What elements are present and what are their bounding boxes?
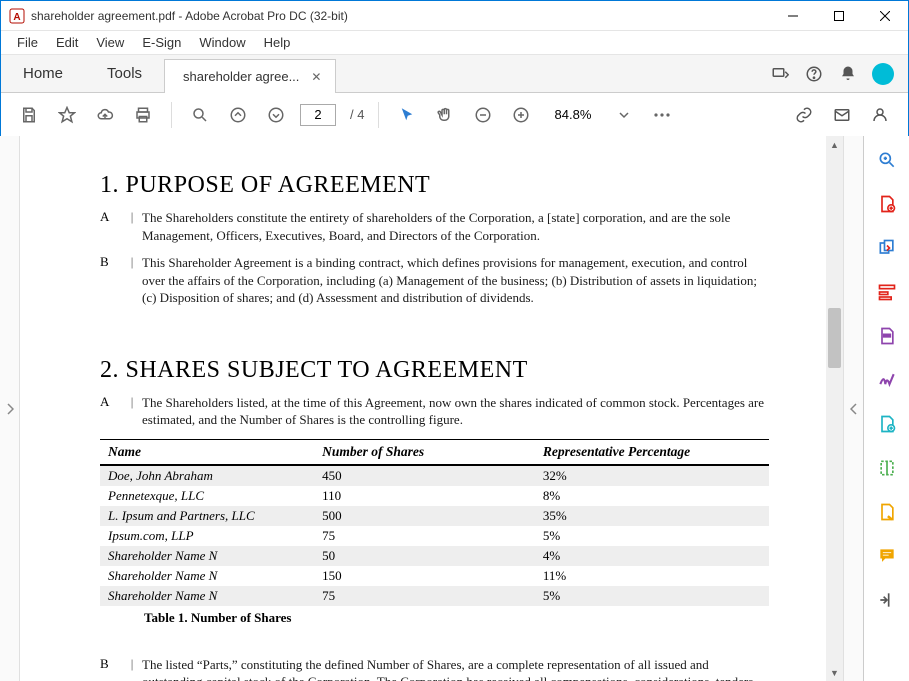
tab-home[interactable]: Home — [1, 55, 85, 92]
zoom-dropdown-icon[interactable] — [610, 101, 638, 129]
section-2-title: 2. SHARES SUBJECT TO AGREEMENT — [100, 357, 769, 384]
search-tool-icon[interactable] — [875, 148, 899, 172]
redact-icon[interactable] — [875, 500, 899, 524]
export-pdf-icon[interactable] — [875, 324, 899, 348]
menu-edit[interactable]: Edit — [48, 33, 86, 52]
close-tab-icon[interactable]: ✕ — [309, 68, 323, 86]
pdf-page: 1. PURPOSE OF AGREEMENT A | The Sharehol… — [50, 146, 819, 681]
link-icon[interactable] — [790, 101, 818, 129]
menu-window[interactable]: Window — [191, 33, 253, 52]
document-area[interactable]: 1. PURPOSE OF AGREEMENT A | The Sharehol… — [20, 136, 843, 681]
page-down-icon[interactable] — [262, 101, 290, 129]
device-share-icon[interactable] — [770, 64, 790, 84]
tab-bar: Home Tools shareholder agree... ✕ — [1, 55, 908, 93]
zoom-in-icon[interactable] — [507, 101, 535, 129]
profile-avatar[interactable] — [872, 63, 894, 85]
table-row: Shareholder Name N504% — [100, 546, 769, 566]
cloud-icon[interactable] — [91, 101, 119, 129]
svg-text:A: A — [13, 12, 20, 23]
menu-esign[interactable]: E-Sign — [134, 33, 189, 52]
hand-icon[interactable] — [431, 101, 459, 129]
table-row: Doe, John Abraham45032% — [100, 465, 769, 486]
star-icon[interactable] — [53, 101, 81, 129]
clause-1a: A | The Shareholders constitute the enti… — [100, 209, 769, 244]
clause-2b: B | The listed “Parts,” constituting the… — [100, 656, 769, 681]
share-people-icon[interactable] — [866, 101, 894, 129]
th-shares: Number of Shares — [314, 439, 535, 465]
tab-tools[interactable]: Tools — [85, 55, 164, 92]
bell-icon[interactable] — [838, 64, 858, 84]
overflow-icon[interactable] — [648, 101, 676, 129]
tab-document-label: shareholder agree... — [183, 69, 299, 84]
section-1-title: 1. PURPOSE OF AGREEMENT — [100, 172, 769, 199]
clause-1b: B | This Shareholder Agreement is a bind… — [100, 254, 769, 307]
minimize-button[interactable] — [770, 1, 816, 31]
left-pane-toggle[interactable] — [0, 136, 20, 681]
sign-icon[interactable] — [875, 368, 899, 392]
th-name: Name — [100, 439, 314, 465]
organize-pages-icon[interactable] — [875, 412, 899, 436]
scroll-down-arrow-icon[interactable]: ▼ — [826, 664, 843, 681]
main-toolbar: / 4 — [1, 93, 908, 137]
edit-pdf-icon[interactable] — [875, 280, 899, 304]
zoom-out-icon[interactable] — [469, 101, 497, 129]
vertical-scrollbar[interactable]: ▲ ▼ — [826, 136, 843, 681]
zoom-input[interactable] — [545, 104, 600, 126]
table-row: Ipsum.com, LLP755% — [100, 526, 769, 546]
collapse-panel-icon[interactable] — [875, 588, 899, 612]
help-icon[interactable] — [804, 64, 824, 84]
menu-view[interactable]: View — [88, 33, 132, 52]
save-icon[interactable] — [15, 101, 43, 129]
tools-panel — [863, 136, 909, 681]
selection-arrow-icon[interactable] — [393, 101, 421, 129]
table-row: Pennetexque, LLC1108% — [100, 486, 769, 506]
table-caption: Table 1. Number of Shares — [100, 606, 769, 626]
page-number-input[interactable] — [300, 104, 336, 126]
search-icon[interactable] — [186, 101, 214, 129]
email-icon[interactable] — [828, 101, 856, 129]
print-icon[interactable] — [129, 101, 157, 129]
compress-icon[interactable] — [875, 456, 899, 480]
page-total-label: / 4 — [346, 107, 364, 122]
shares-table: Name Number of Shares Representative Per… — [100, 439, 769, 606]
close-window-button[interactable] — [862, 1, 908, 31]
right-pane-toggle[interactable] — [843, 136, 863, 681]
menu-file[interactable]: File — [9, 33, 46, 52]
create-pdf-icon[interactable] — [875, 192, 899, 216]
comment-icon[interactable] — [875, 544, 899, 568]
table-row: Shareholder Name N15011% — [100, 566, 769, 586]
title-bar: A shareholder agreement.pdf - Adobe Acro… — [1, 1, 908, 31]
menu-bar: File Edit View E-Sign Window Help — [1, 31, 908, 55]
app-icon: A — [9, 8, 25, 24]
clause-2a: A | The Shareholders listed, at the time… — [100, 394, 769, 429]
maximize-button[interactable] — [816, 1, 862, 31]
scroll-up-arrow-icon[interactable]: ▲ — [826, 136, 843, 153]
th-pct: Representative Percentage — [535, 439, 769, 465]
combine-files-icon[interactable] — [875, 236, 899, 260]
menu-help[interactable]: Help — [256, 33, 299, 52]
scrollbar-thumb[interactable] — [828, 308, 841, 368]
window-title: shareholder agreement.pdf - Adobe Acroba… — [31, 9, 770, 23]
page-up-icon[interactable] — [224, 101, 252, 129]
table-row: Shareholder Name N755% — [100, 586, 769, 606]
tab-document[interactable]: shareholder agree... ✕ — [164, 59, 336, 93]
table-row: L. Ipsum and Partners, LLC50035% — [100, 506, 769, 526]
